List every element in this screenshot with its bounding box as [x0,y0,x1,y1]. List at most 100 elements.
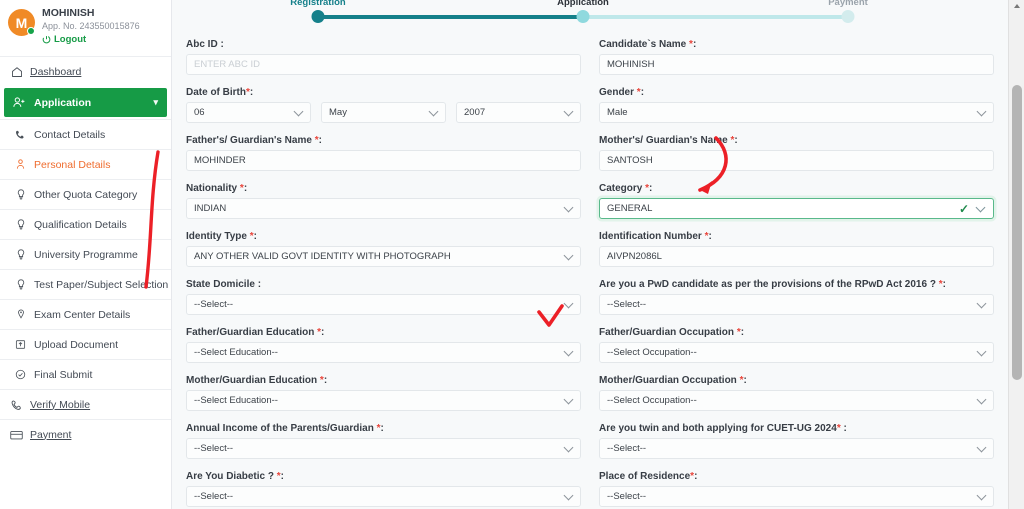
profile-name: MOHINISH [42,7,140,20]
father-education-select[interactable]: --Select Education-- [186,342,581,363]
sidebar-item-personal-details[interactable]: Personal Details [0,149,171,179]
field-father-education: Father/Guardian Education *: --Select Ed… [186,326,581,363]
nationality-select[interactable]: INDIAN [186,198,581,219]
dob-year-select[interactable]: 2007 [456,102,581,123]
gender-select[interactable]: Male [599,102,994,123]
annual-income-select[interactable]: --Select-- [186,438,581,459]
bulb-icon [14,189,27,200]
phone-icon [14,129,27,140]
sidebar-item-application[interactable]: Application ▾ [4,88,167,117]
sidebar-item-label: Application [34,97,91,109]
category-select[interactable]: GENERAL ✓ [599,198,994,219]
sidebar-item-final-submit[interactable]: Final Submit [0,359,171,389]
upload-icon [14,339,27,350]
diabetic-select[interactable]: --Select-- [186,486,581,507]
sidebar-item-test-paper-subject-selection[interactable]: Test Paper/Subject Selection [0,269,171,299]
sidebar-item-label: Verify Mobile [30,399,90,411]
label-fathers-name: Father's/ Guardian's Name *: [186,134,581,147]
sidebar-item-label: Dashboard [30,66,81,78]
sidebar-item-label: Personal Details [34,159,110,171]
label-mothers-name: Mother's/ Guardian's Name *: [599,134,994,147]
sidebar-item-label: Contact Details [34,129,105,141]
sidebar-item-dashboard[interactable]: Dashboard [0,56,171,86]
field-mother-education: Mother/Guardian Education *: --Select Ed… [186,374,581,411]
sidebar-item-other-quota-category[interactable]: Other Quota Category [0,179,171,209]
sidebar-item-label: Final Submit [34,369,92,381]
sidebar-item-label: Test Paper/Subject Selection [34,279,168,291]
label-mother-education: Mother/Guardian Education *: [186,374,581,387]
sidebar-item-payment[interactable]: Payment [0,419,171,449]
label-identification-number: Identification Number *: [599,230,994,243]
scroll-up-arrow-icon[interactable] [1014,4,1020,8]
personal-details-form: Abc ID : ENTER ABC ID Date of Birth*: 06… [172,34,1008,509]
card-icon [10,429,23,441]
label-state-domicile: State Domicile : [186,278,581,291]
phone-call-icon [10,399,23,411]
avatar: M [8,9,35,36]
sidebar-nav: Dashboard Application ▾ Contact Details [0,56,171,449]
person-icon [14,159,27,170]
state-domicile-select[interactable]: --Select-- [186,294,581,315]
place-of-residence-select[interactable]: --Select-- [599,486,994,507]
field-nationality: Nationality *: INDIAN [186,182,581,219]
label-category: Category *: [599,182,994,195]
label-gender: Gender *: [599,86,994,99]
bulb-icon [14,249,27,260]
label-pwd-candidate: Are you a PwD candidate as per the provi… [599,278,994,291]
logout-button[interactable]: Logout [42,33,140,46]
field-identification-number: Identification Number *: AIVPN2086L [599,230,994,267]
dob-day-select[interactable]: 06 [186,102,311,123]
progress-stepper: Registration Application Payment [172,0,1024,34]
check-icon: ✓ [959,202,969,216]
label-father-education: Father/Guardian Education *: [186,326,581,339]
label-nationality: Nationality *: [186,182,581,195]
stepper-track-todo [583,15,848,19]
fathers-name-input[interactable]: MOHINDER [186,150,581,171]
field-mothers-name: Mother's/ Guardian's Name *: SANTOSH [599,134,994,171]
father-occupation-select[interactable]: --Select Occupation-- [599,342,994,363]
sidebar-item-label: Upload Document [34,339,118,351]
check-circle-icon [14,369,27,380]
label-mother-occupation: Mother/Guardian Occupation *: [599,374,994,387]
sidebar-item-exam-center-details[interactable]: Exam Center Details [0,299,171,329]
vertical-scrollbar[interactable] [1008,0,1024,509]
abc-id-input[interactable]: ENTER ABC ID [186,54,581,75]
scrollbar-thumb[interactable] [1012,85,1022,380]
step-label-application: Application [557,0,609,8]
form-column-right: Candidate`s Name *: MOHINISH Gender *: M… [599,38,994,509]
field-candidate-name: Candidate`s Name *: MOHINISH [599,38,994,75]
sidebar-item-verify-mobile[interactable]: Verify Mobile [0,389,171,419]
sidebar-item-upload-document[interactable]: Upload Document [0,329,171,359]
candidate-name-input[interactable]: MOHINISH [599,54,994,75]
stepper-dot-registration[interactable] [312,10,325,23]
sidebar: M MOHINISH App. No. 243550015876 Logout … [0,0,172,509]
sidebar-item-label: Exam Center Details [34,309,130,321]
mothers-name-input[interactable]: SANTOSH [599,150,994,171]
identity-type-select[interactable]: ANY OTHER VALID GOVT IDENTITY WITH PHOTO… [186,246,581,267]
stepper-dot-application[interactable] [577,10,590,23]
label-identity-type: Identity Type *: [186,230,581,243]
label-place-of-residence: Place of Residence*: [599,470,994,483]
application-page: M MOHINISH App. No. 243550015876 Logout … [0,0,1024,509]
pin-icon [14,309,27,320]
field-diabetic: Are You Diabetic ? *: --Select-- [186,470,581,507]
twin-applying-select[interactable]: --Select-- [599,438,994,459]
mother-occupation-select[interactable]: --Select Occupation-- [599,390,994,411]
sidebar-item-contact-details[interactable]: Contact Details [0,119,171,149]
stepper-dot-payment[interactable] [842,10,855,23]
dob-month-select[interactable]: May [321,102,446,123]
label-date-of-birth: Date of Birth*: [186,86,581,99]
sidebar-item-university-programme[interactable]: University Programme [0,239,171,269]
step-label-registration: Registration [290,0,345,8]
mother-education-select[interactable]: --Select Education-- [186,390,581,411]
pwd-candidate-select[interactable]: --Select-- [599,294,994,315]
logout-label: Logout [54,33,86,46]
label-abc-id: Abc ID : [186,38,581,51]
sidebar-item-qualification-details[interactable]: Qualification Details [0,209,171,239]
sidebar-item-label: Other Quota Category [34,189,137,201]
identification-number-input[interactable]: AIVPN2086L [599,246,994,267]
home-icon [10,66,23,78]
field-twin-applying: Are you twin and both applying for CUET-… [599,422,994,459]
main-content: Registration Application Payment Abc ID … [172,0,1024,509]
field-mother-occupation: Mother/Guardian Occupation *: --Select O… [599,374,994,411]
